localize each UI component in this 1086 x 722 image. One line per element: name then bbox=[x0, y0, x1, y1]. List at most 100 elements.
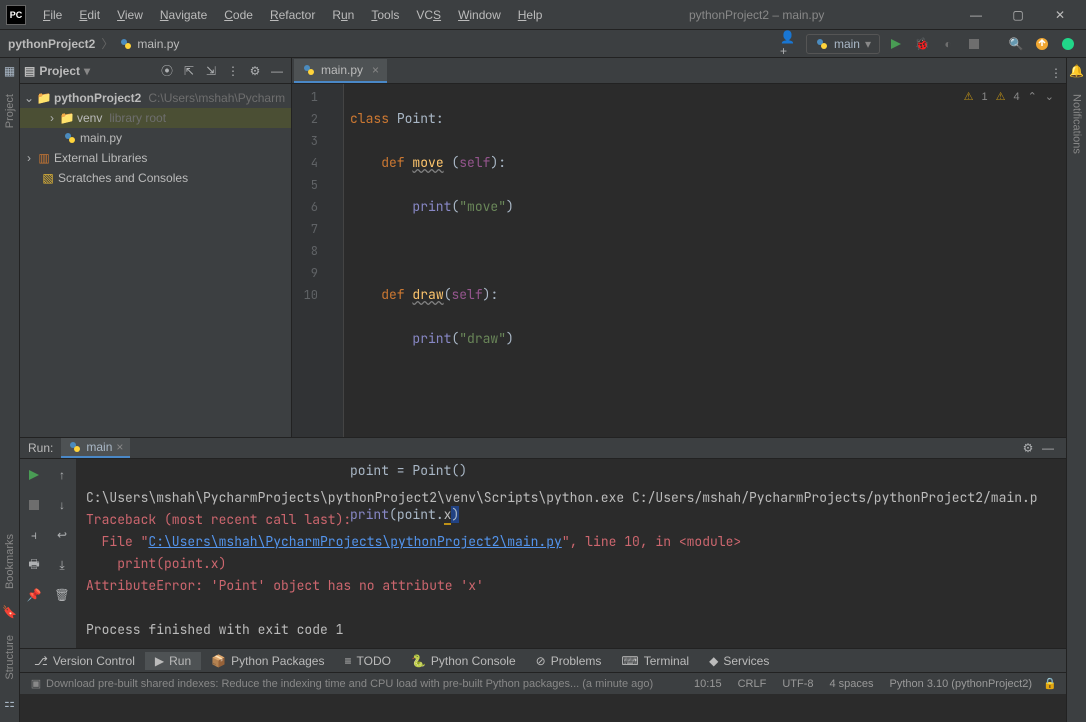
code-with-me-icon[interactable] bbox=[1058, 34, 1078, 54]
menu-file[interactable]: File bbox=[36, 6, 69, 24]
status-caret-pos[interactable]: 10:15 bbox=[686, 678, 730, 690]
maximize-button[interactable]: ▢ bbox=[1006, 5, 1030, 25]
show-options-icon[interactable]: ⋮ bbox=[223, 61, 243, 81]
breadcrumb-project[interactable]: pythonProject2 bbox=[8, 37, 95, 51]
close-tab-icon[interactable]: × bbox=[372, 63, 379, 77]
status-encoding[interactable]: UTF-8 bbox=[774, 678, 821, 690]
close-button[interactable]: ✕ bbox=[1048, 5, 1072, 25]
search-everywhere-button[interactable]: 🔍 bbox=[1006, 34, 1026, 54]
tw-services[interactable]: ◆Services bbox=[699, 652, 779, 670]
menu-refactor[interactable]: Refactor bbox=[263, 6, 322, 24]
next-highlight-icon[interactable]: ⌄ bbox=[1045, 86, 1054, 108]
notifications-label[interactable]: Notifications bbox=[1071, 84, 1083, 164]
ide-updates-icon[interactable] bbox=[1032, 34, 1052, 54]
chevron-right-icon[interactable]: › bbox=[47, 111, 57, 125]
status-message[interactable]: Download pre-built shared indexes: Reduc… bbox=[46, 678, 686, 690]
scroll-to-end-icon[interactable]: ⤓ bbox=[52, 555, 72, 575]
menu-edit[interactable]: Edit bbox=[72, 6, 107, 24]
bookmark-icon[interactable]: 🔖 bbox=[3, 605, 17, 619]
menu-vcs[interactable]: VCS bbox=[409, 6, 448, 24]
line-number[interactable]: 9 bbox=[292, 262, 318, 284]
line-number[interactable]: 6 bbox=[292, 196, 318, 218]
project-tree[interactable]: ⌄ 📁 pythonProject2 C:\Users\mshah\Pychar… bbox=[20, 84, 291, 437]
prev-highlight-icon[interactable]: ⌃ bbox=[1028, 86, 1037, 108]
stop-button[interactable] bbox=[24, 495, 44, 515]
line-number[interactable]: 7 bbox=[292, 218, 318, 240]
stop-button[interactable] bbox=[964, 34, 984, 54]
add-user-icon[interactable]: 👤+ bbox=[780, 34, 800, 54]
coverage-button[interactable]: ◐ bbox=[938, 34, 958, 54]
collapse-all-icon[interactable]: ⇲ bbox=[201, 61, 221, 81]
line-number[interactable]: 1 bbox=[292, 86, 318, 108]
notifications-icon[interactable]: 🔔 bbox=[1070, 64, 1084, 78]
tw-version-control[interactable]: ⎇Version Control bbox=[24, 652, 145, 670]
status-interpreter[interactable]: Python 3.10 (pythonProject2) bbox=[882, 678, 1040, 690]
up-icon[interactable]: ↑ bbox=[52, 465, 72, 485]
editor-tabs-menu-icon[interactable]: ⋮ bbox=[1046, 63, 1066, 83]
status-bar: ▣ Download pre-built shared indexes: Red… bbox=[20, 672, 1066, 694]
tree-ext-label: External Libraries bbox=[54, 151, 147, 165]
menu-window[interactable]: Window bbox=[451, 6, 508, 24]
breadcrumb[interactable]: pythonProject2 〉 main.py bbox=[8, 35, 780, 52]
menu-navigate[interactable]: Navigate bbox=[153, 6, 214, 24]
line-number[interactable]: 3 bbox=[292, 130, 318, 152]
bookmarks-tool-label[interactable]: Bookmarks bbox=[4, 524, 16, 599]
tree-main-file[interactable]: main.py bbox=[20, 128, 291, 148]
menu-run[interactable]: Run bbox=[325, 6, 361, 24]
layout-icon[interactable]: ⫞ bbox=[24, 525, 44, 545]
tree-external-libs[interactable]: › ▥ External Libraries bbox=[20, 148, 291, 168]
inspection-widget[interactable]: ⚠1 ⚠4 ⌃ ⌄ bbox=[964, 86, 1054, 108]
tw-python-console[interactable]: 🐍Python Console bbox=[401, 652, 526, 670]
project-tool-label[interactable]: Project bbox=[4, 84, 16, 138]
pin-icon[interactable]: 📌 bbox=[24, 585, 44, 605]
close-tab-icon[interactable]: × bbox=[116, 440, 123, 454]
menu-code[interactable]: Code bbox=[217, 6, 260, 24]
tw-problems[interactable]: ⊘Problems bbox=[526, 652, 612, 670]
hide-icon[interactable]: — bbox=[267, 61, 287, 81]
select-opened-file-icon[interactable]: ⦿ bbox=[157, 61, 177, 81]
line-gutter[interactable]: 1 2 3 4 5 6 7 8 9 10 bbox=[292, 84, 324, 437]
structure-tool-label[interactable]: Structure bbox=[4, 625, 16, 690]
menu-tools[interactable]: Tools bbox=[364, 6, 406, 24]
tw-todo[interactable]: ≡TODO bbox=[334, 652, 400, 670]
tw-run[interactable]: ▶Run bbox=[145, 652, 201, 670]
tree-root[interactable]: ⌄ 📁 pythonProject2 C:\Users\mshah\Pychar… bbox=[20, 88, 291, 108]
expand-all-icon[interactable]: ⇱ bbox=[179, 61, 199, 81]
print-icon[interactable]: 🖶 bbox=[24, 555, 44, 575]
breadcrumb-file[interactable]: main.py bbox=[137, 37, 179, 51]
menu-view[interactable]: View bbox=[110, 6, 150, 24]
editor-tab-main[interactable]: main.py × bbox=[294, 59, 387, 83]
chevron-down-icon[interactable]: ⌄ bbox=[24, 91, 34, 105]
code-area[interactable]: class Point: def move (self): print("mov… bbox=[344, 84, 1066, 437]
structure-icon[interactable]: ⚏ bbox=[3, 696, 17, 710]
project-tool-stripe[interactable]: ▦ bbox=[3, 64, 17, 78]
tree-scratches[interactable]: ▧ Scratches and Consoles bbox=[20, 168, 291, 188]
chevron-down-icon[interactable]: ▾ bbox=[84, 64, 90, 78]
settings-icon[interactable]: ⚙ bbox=[245, 61, 265, 81]
line-number[interactable]: 4 bbox=[292, 152, 318, 174]
line-number[interactable]: 2 bbox=[292, 108, 318, 130]
run-button[interactable] bbox=[886, 34, 906, 54]
down-icon[interactable]: ↓ bbox=[52, 495, 72, 515]
menu-help[interactable]: Help bbox=[511, 6, 550, 24]
debug-button[interactable]: 🐞 bbox=[912, 34, 932, 54]
soft-wrap-icon[interactable]: ↩ bbox=[52, 525, 72, 545]
tool-window-quick-access-icon[interactable]: ▣ bbox=[26, 674, 46, 694]
line-number[interactable]: 10 bbox=[292, 284, 318, 306]
line-number[interactable]: 8 bbox=[292, 240, 318, 262]
tw-terminal[interactable]: ⌨Terminal bbox=[611, 652, 699, 670]
run-tab-main[interactable]: main × bbox=[61, 438, 130, 458]
chevron-right-icon[interactable]: › bbox=[24, 151, 34, 165]
line-number[interactable]: 5 bbox=[292, 174, 318, 196]
tw-packages[interactable]: 📦Python Packages bbox=[201, 652, 334, 670]
fold-gutter[interactable] bbox=[324, 84, 344, 437]
status-indent[interactable]: 4 spaces bbox=[821, 678, 881, 690]
minimize-button[interactable]: — bbox=[964, 5, 988, 25]
clear-all-icon[interactable]: 🗑 bbox=[52, 585, 72, 605]
tree-venv[interactable]: › 📁 venv library root bbox=[20, 108, 291, 128]
lock-icon[interactable]: 🔒 bbox=[1040, 674, 1060, 694]
status-line-sep[interactable]: CRLF bbox=[730, 678, 775, 690]
rerun-button[interactable] bbox=[24, 465, 44, 485]
editor-body[interactable]: 1 2 3 4 5 6 7 8 9 10 class Point: def mo… bbox=[292, 84, 1066, 437]
run-configuration-selector[interactable]: main ▾ bbox=[806, 34, 880, 54]
